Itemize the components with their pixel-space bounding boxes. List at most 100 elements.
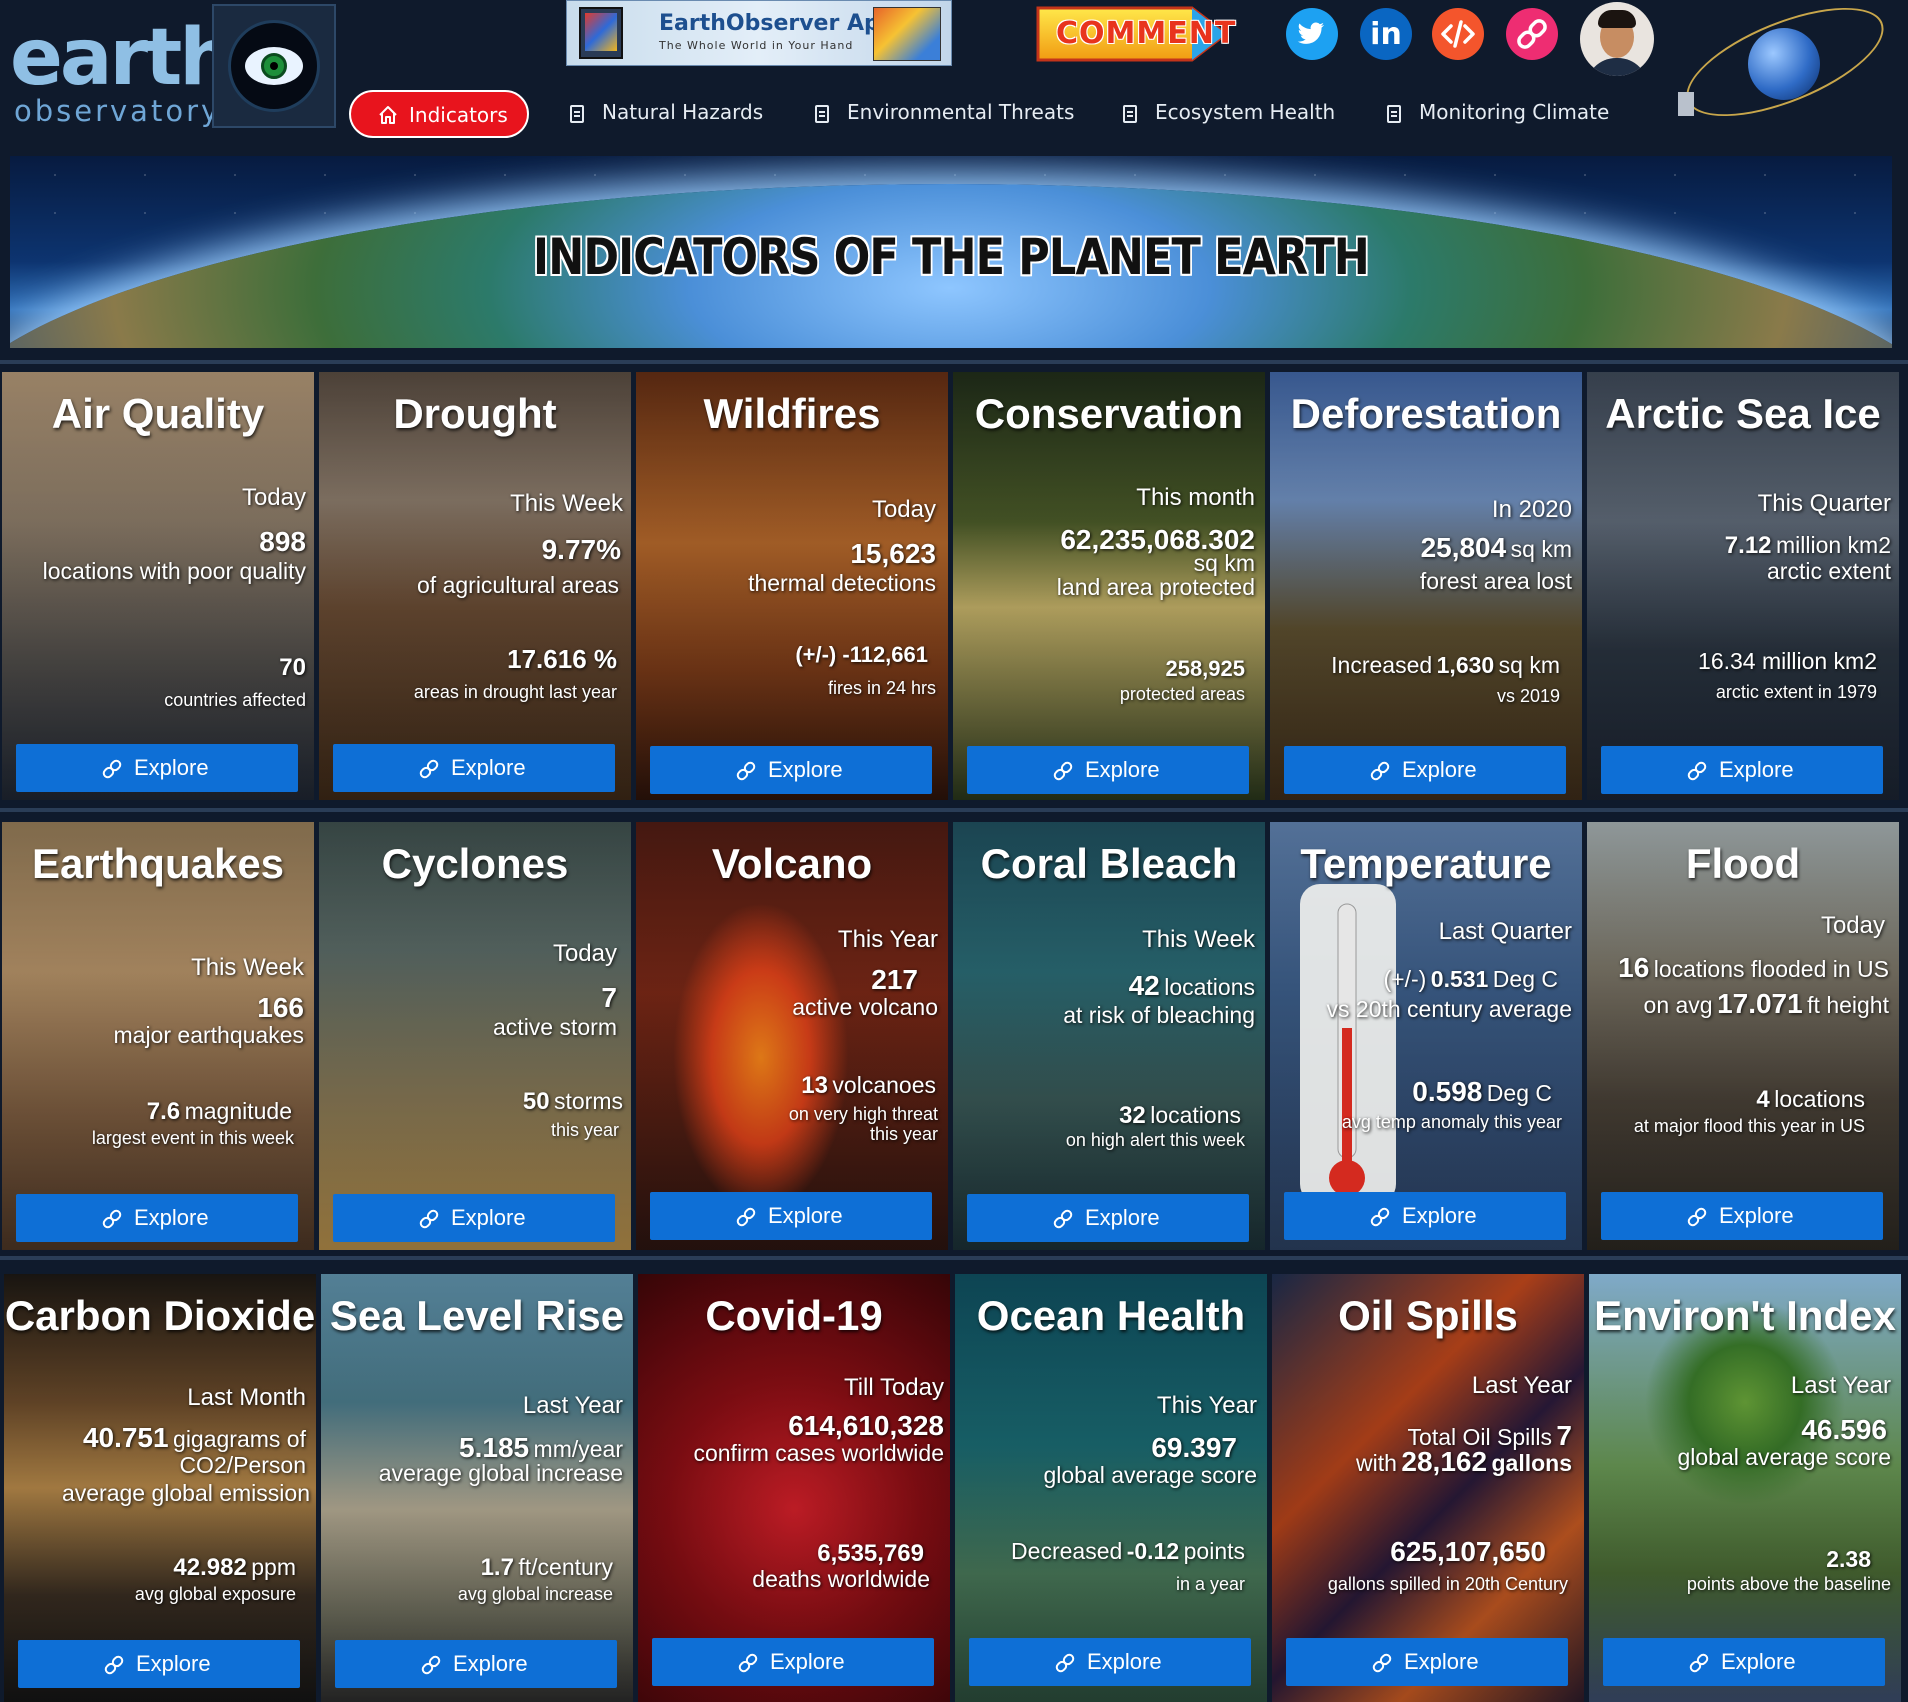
card-title: Earthquakes xyxy=(31,840,285,887)
explore-button[interactable]: Explore xyxy=(333,744,615,792)
card-desc2: gallons spilled in 20th Century xyxy=(1327,1574,1568,1594)
link-icon xyxy=(102,759,122,779)
card-value2-row: 4 locations xyxy=(1756,1086,1865,1114)
link-icon xyxy=(736,1207,756,1227)
card-sea-level-rise: Sea Level Rise Last Year 5.185 mm/year a… xyxy=(321,1274,633,1702)
card-value: 166 xyxy=(257,992,304,1023)
card-desc2: fires in 24 hrs xyxy=(827,678,936,698)
card-desc2: largest event in this week xyxy=(91,1128,294,1148)
card-period: This Year xyxy=(837,926,938,953)
explore-button[interactable]: Explore xyxy=(650,1192,932,1240)
explore-button[interactable]: Explore xyxy=(1601,746,1883,794)
card-value2-row: Decreased -0.12 points xyxy=(1011,1538,1245,1565)
card-value-b-row: on avg 17.071 ft height xyxy=(1644,988,1889,1020)
card-period: This Year xyxy=(1156,1392,1257,1419)
card-title: Sea Level Rise xyxy=(329,1292,625,1339)
link-share[interactable] xyxy=(1506,8,1558,60)
card-value2-row: 13 volcanoes xyxy=(801,1072,936,1100)
explore-button[interactable]: Explore xyxy=(16,1194,298,1242)
orbit-ring xyxy=(1672,0,1898,139)
explore-button[interactable]: Explore xyxy=(650,746,932,794)
card-desc: vs 20th century average xyxy=(1326,996,1572,1022)
card-desc: average global increase xyxy=(378,1460,623,1486)
card-earthquakes: Earthquakes This Week 166 major earthqua… xyxy=(2,822,314,1250)
explore-button[interactable]: Explore xyxy=(16,744,298,792)
card-title: Oil Spills xyxy=(1338,1292,1518,1339)
card-cyclones: Cyclones Today 7 active storm 50 storms … xyxy=(319,822,631,1250)
card-prefix2: Increased xyxy=(1331,652,1433,678)
nav-label: Environmental Threats xyxy=(847,100,1075,124)
card-value: 9.77% xyxy=(541,534,621,565)
explore-button[interactable]: Explore xyxy=(335,1640,617,1688)
card-desc2: deaths worldwide xyxy=(752,1566,930,1592)
nav-indicators[interactable]: Indicators xyxy=(349,90,529,138)
card-title: Coral Bleach xyxy=(980,840,1238,887)
comment-button[interactable]: COMMENT xyxy=(1034,2,1235,66)
card-value: 16 xyxy=(1618,952,1650,983)
code-icon xyxy=(1441,20,1475,48)
card-title: Conservation xyxy=(974,390,1244,437)
explore-button[interactable]: Explore xyxy=(969,1638,1251,1686)
card-value2-row: 1.7 ft/century xyxy=(481,1554,613,1582)
link-icon xyxy=(738,1653,758,1673)
thermometer-icon xyxy=(1300,884,1396,1204)
card-title: Drought xyxy=(393,390,557,437)
code-link[interactable] xyxy=(1432,8,1484,60)
card-value2: -0.12 xyxy=(1126,1538,1180,1564)
card-value: 40.751 xyxy=(82,1422,169,1453)
explore-button[interactable]: Explore xyxy=(18,1640,300,1688)
explore-button[interactable]: Explore xyxy=(1603,1638,1885,1686)
earthobserver-app-banner[interactable]: EarthObserver App The Whole World in You… xyxy=(566,0,952,66)
link-icon xyxy=(1689,1653,1709,1673)
author-avatar[interactable] xyxy=(1580,2,1654,76)
card-unit: locations xyxy=(1164,974,1255,1000)
card-title: Covid-19 xyxy=(705,1292,883,1339)
explore-button[interactable]: Explore xyxy=(967,746,1249,794)
card-desc2: countries affected xyxy=(164,690,306,710)
card-value: 7.12 xyxy=(1724,532,1772,559)
card-period: Last Year xyxy=(522,1392,623,1419)
earth-observatory-logo[interactable]: earth observatory xyxy=(10,18,235,128)
explore-label: Explore xyxy=(453,1651,528,1676)
card-unit2: magnitude xyxy=(184,1098,292,1124)
card-desc: global average score xyxy=(1677,1444,1891,1470)
card-title: Flood xyxy=(1685,840,1801,887)
explore-button[interactable]: Explore xyxy=(652,1638,934,1686)
nav-label: Natural Hazards xyxy=(602,100,764,124)
card-title: Cyclones xyxy=(381,840,569,887)
explore-label: Explore xyxy=(768,1203,843,1228)
card-title: Ocean Health xyxy=(976,1292,1246,1339)
card-value-row: 40.751 gigagrams of xyxy=(83,1422,306,1454)
card-value-row: 25,804 sq km xyxy=(1421,532,1572,564)
explore-button[interactable]: Explore xyxy=(1286,1638,1568,1686)
card-desc: active storm xyxy=(493,1014,617,1040)
card-value2: 625,107,650 xyxy=(1390,1536,1546,1567)
card-value2: 32 xyxy=(1119,1102,1146,1129)
app-banner-title: EarthObserver App xyxy=(659,11,896,36)
card-period: Last Month xyxy=(187,1384,306,1411)
card-title: Deforestation xyxy=(1290,390,1562,437)
explore-button[interactable]: Explore xyxy=(1284,1192,1566,1240)
card-desc: locations with poor quality xyxy=(42,558,306,584)
card-title: Volcano xyxy=(711,840,873,887)
nav-label: Monitoring Climate xyxy=(1419,100,1610,124)
card-value2: 0.598 xyxy=(1412,1076,1483,1107)
card-value2-row: 32 locations xyxy=(1119,1102,1241,1130)
explore-label: Explore xyxy=(451,1205,526,1230)
card-value2-row: 42.982 ppm xyxy=(173,1554,296,1582)
twitter-link[interactable] xyxy=(1286,8,1338,60)
card-unit: sq km xyxy=(1510,536,1572,562)
explore-button[interactable]: Explore xyxy=(333,1194,615,1242)
card-unit: gigagrams of xyxy=(173,1426,306,1452)
card-coral-bleach: Coral Bleach This Week 42 locations at r… xyxy=(953,822,1265,1250)
explore-button[interactable]: Explore xyxy=(1601,1192,1883,1240)
explore-button[interactable]: Explore xyxy=(1284,746,1566,794)
card-value: 0.531 xyxy=(1430,966,1489,992)
open-your-eyes-badge[interactable] xyxy=(212,4,336,128)
linkedin-link[interactable]: in xyxy=(1360,8,1412,60)
card-title: Wildfires xyxy=(703,390,881,437)
card-unit2: locations xyxy=(1150,1102,1241,1128)
home-icon xyxy=(379,106,397,124)
explore-button[interactable]: Explore xyxy=(967,1194,1249,1242)
card-title: Carbon Dioxide xyxy=(4,1292,316,1339)
